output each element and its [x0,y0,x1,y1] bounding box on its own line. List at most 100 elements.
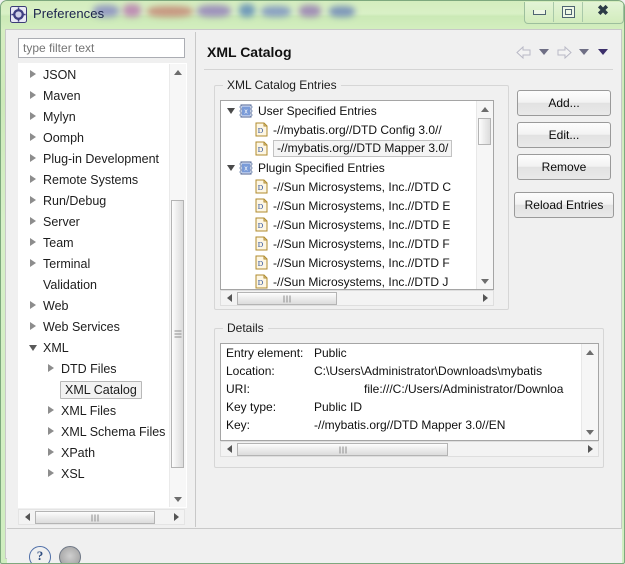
sidebar-item-plug-in-development[interactable]: Plug-in Development [19,148,170,169]
restore-circle-icon[interactable] [59,546,81,563]
sidebar-item-oomph[interactable]: Oomph [19,127,170,148]
chevron-right-icon[interactable] [47,427,56,436]
caret-down-icon-menu[interactable] [598,49,608,55]
sidebar-item-xsl[interactable]: XSL [19,463,170,484]
svg-text:D: D [258,259,264,268]
sidebar-item-validation[interactable]: Validation [19,274,170,295]
catalog-entry-label: -//Sun Microsystems, Inc.//DTD E [273,198,451,213]
chevron-right-icon[interactable] [47,406,56,415]
catalog-entry-row[interactable]: D -//mybatis.org//DTD Mapper 3.0/ [221,139,477,158]
reload-entries-button[interactable]: Reload Entries [514,192,614,218]
scroll-up-arrow[interactable] [170,64,186,80]
scroll-left-arrow[interactable] [221,290,237,306]
chevron-right-icon[interactable] [29,301,38,310]
catalog-entry-row[interactable]: D -//mybatis.org//DTD Config 3.0// [221,120,477,139]
sidebar-item-label: Mylyn [43,109,76,124]
sidebar-item-label: Terminal [43,256,91,271]
entries-horizontal-scrollbar[interactable] [220,290,494,306]
chevron-right-icon[interactable] [29,154,38,163]
scroll-down-arrow[interactable] [477,273,493,289]
scroll-right-arrow[interactable] [582,441,598,457]
catalog-entry-row[interactable]: D -//Sun Microsystems, Inc.//DTD E [221,215,477,234]
scroll-down-arrow[interactable] [582,424,598,440]
chevron-right-icon[interactable] [29,259,38,268]
arrow-right-icon[interactable] [555,44,573,60]
sidebar-item-dtd-files[interactable]: DTD Files [19,358,170,379]
sidebar-item-server[interactable]: Server [19,211,170,232]
catalog-entries-tree[interactable]: x User Specified Entries D -//mybatis.org//… [220,100,494,290]
caret-down-icon-back[interactable] [539,49,549,55]
catalog-entry-row[interactable]: D -//Sun Microsystems, Inc.//DTD J [221,272,477,289]
chevron-down-icon[interactable] [227,106,236,115]
scroll-right-arrow[interactable] [168,509,184,525]
sidebar-item-xml[interactable]: XML [19,337,170,358]
chevron-right-icon[interactable] [29,112,38,121]
scroll-thumb[interactable] [35,511,155,524]
catalog-group-row[interactable]: x User Specified Entries [221,101,477,120]
restore-button[interactable] [554,2,583,22]
sidebar-item-team[interactable]: Team [19,232,170,253]
scroll-down-arrow[interactable] [170,491,186,507]
scroll-left-arrow[interactable] [19,509,35,525]
catalog-entry-row[interactable]: D -//Sun Microsystems, Inc.//DTD F [221,253,477,272]
catalog-entry-row[interactable]: D -//Sun Microsystems, Inc.//DTD F [221,234,477,253]
chevron-right-icon[interactable] [47,448,56,457]
title-bar[interactable]: Preferences ✖ [1,1,624,29]
scroll-up-arrow[interactable] [477,101,493,117]
chevron-down-icon[interactable] [227,163,236,172]
chevron-right-icon[interactable] [29,217,38,226]
chevron-right-icon[interactable] [47,469,56,478]
details-list: Entry element: Public Location: C:\Users\Ad… [221,344,598,436]
dtd-document-icon: D [255,141,268,156]
catalog-entry-row[interactable]: D -//Sun Microsystems, Inc.//DTD C [221,177,477,196]
chevron-down-icon[interactable] [29,343,38,352]
sidebar-item-terminal[interactable]: Terminal [19,253,170,274]
details-horizontal-scrollbar[interactable] [220,441,599,457]
edit-button[interactable]: Edit... [517,122,611,148]
arrow-left-icon[interactable] [515,44,533,60]
filter-input[interactable] [18,38,185,58]
scroll-thumb[interactable] [478,118,491,145]
catalog-group-row[interactable]: x Plugin Specified Entries [221,158,477,177]
preference-tree[interactable]: JSON Maven Mylyn Oomph Plug-in Development Re… [18,63,187,508]
caret-down-icon-forward[interactable] [579,49,589,55]
help-question-icon[interactable]: ? [29,546,51,563]
chevron-right-icon[interactable] [29,238,38,247]
chevron-right-icon[interactable] [29,175,38,184]
close-button[interactable]: ✖ [583,2,623,22]
scroll-thumb[interactable] [171,200,184,468]
svg-text:x: x [244,165,248,172]
scroll-up-arrow[interactable] [582,344,598,360]
catalog-entry-row[interactable]: D -//Sun Microsystems, Inc.//DTD E [221,196,477,215]
sidebar-item-xml-schema-files[interactable]: XML Schema Files [19,421,170,442]
catalog-entry-label: -//Sun Microsystems, Inc.//DTD E [273,217,451,232]
preference-tree-vertical-scrollbar[interactable] [169,64,186,507]
sidebar-item-run-debug[interactable]: Run/Debug [19,190,170,211]
sidebar-item-json[interactable]: JSON [19,64,170,85]
sidebar-item-maven[interactable]: Maven [19,85,170,106]
sidebar-item-xml-catalog[interactable]: XML Catalog [19,379,170,400]
scroll-right-arrow[interactable] [477,290,493,306]
entries-vertical-scrollbar[interactable] [476,101,493,289]
chevron-right-icon[interactable] [29,196,38,205]
sidebar-item-remote-systems[interactable]: Remote Systems [19,169,170,190]
sidebar-item-web[interactable]: Web [19,295,170,316]
chevron-right-icon[interactable] [29,91,38,100]
scroll-thumb[interactable] [237,292,337,305]
sidebar-item-xml-files[interactable]: XML Files [19,400,170,421]
chevron-right-icon[interactable] [29,133,38,142]
sidebar-item-web-services[interactable]: Web Services [19,316,170,337]
scroll-left-arrow[interactable] [221,441,237,457]
sidebar-item-mylyn[interactable]: Mylyn [19,106,170,127]
scroll-thumb[interactable] [237,443,448,456]
chevron-right-icon[interactable] [29,70,38,79]
add-button[interactable]: Add... [517,90,611,116]
sidebar-item-xpath[interactable]: XPath [19,442,170,463]
chevron-right-icon[interactable] [47,364,56,373]
minimize-button[interactable] [525,2,554,22]
details-vertical-scrollbar[interactable] [581,344,598,440]
details-panel[interactable]: Entry element: Public Location: C:\Users\Ad… [220,343,599,441]
remove-button[interactable]: Remove [517,154,611,180]
chevron-right-icon[interactable] [29,322,38,331]
preference-tree-horizontal-scrollbar[interactable] [18,509,185,525]
